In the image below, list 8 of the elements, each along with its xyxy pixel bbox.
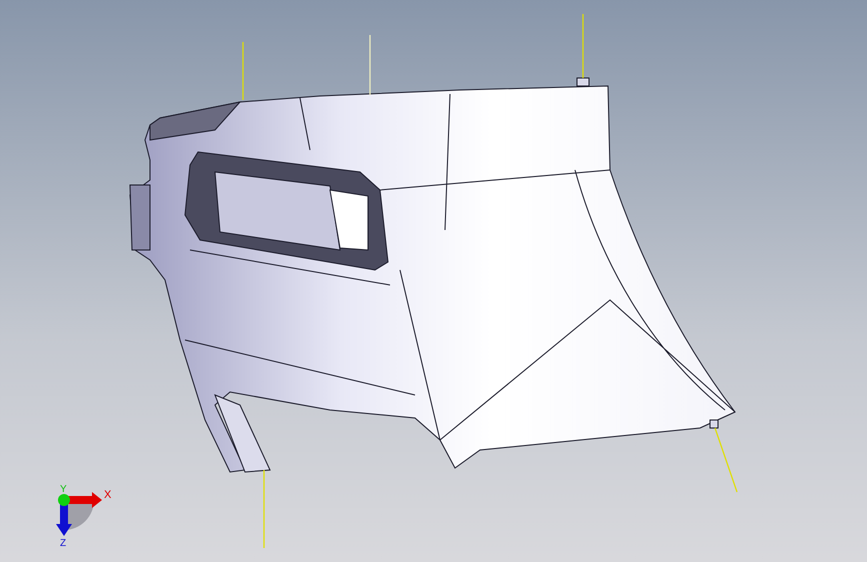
leader-line xyxy=(714,428,738,492)
y-axis-label: Y xyxy=(60,484,67,495)
z-axis-label: Z xyxy=(60,538,66,549)
axis-triad-icon xyxy=(56,492,102,536)
x-axis-label: X xyxy=(104,489,112,501)
leader-line xyxy=(582,14,584,78)
leader-line xyxy=(242,42,244,100)
leader-line xyxy=(369,35,371,95)
